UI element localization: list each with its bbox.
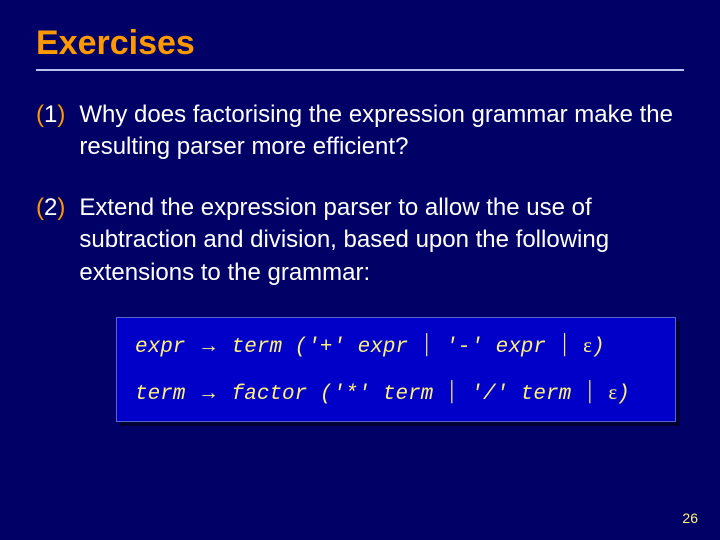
grammar-row: term → factor ('*' term ⏐ '/' term ⏐ ε) bbox=[135, 379, 657, 408]
grammar-rhs-part: '/' term bbox=[470, 383, 571, 406]
grammar-row: expr → term ('+' expr ⏐ '-' expr ⏐ ε) bbox=[135, 332, 657, 361]
exercise-item: (2) Extend the expression parser to allo… bbox=[36, 192, 684, 289]
exercise-item: (1) Why does factorising the expression … bbox=[36, 99, 684, 164]
slide: Exercises (1) Why does factorising the e… bbox=[0, 0, 720, 540]
slide-title: Exercises bbox=[36, 24, 684, 63]
arrow-icon: → bbox=[198, 333, 219, 357]
title-underline bbox=[36, 69, 684, 71]
grammar-panel: expr → term ('+' expr ⏐ '-' expr ⏐ ε) te… bbox=[116, 317, 676, 422]
item-text: Extend the expression parser to allow th… bbox=[79, 192, 684, 289]
arrow-icon: → bbox=[198, 380, 219, 404]
item-number: (1) bbox=[36, 99, 65, 164]
bar-icon: ⏐ bbox=[584, 380, 596, 404]
item-text: Why does factorising the expression gram… bbox=[79, 99, 684, 164]
paren-close: ) bbox=[57, 101, 65, 128]
epsilon-icon: ε bbox=[608, 380, 617, 404]
grammar-lhs: expr bbox=[135, 336, 185, 359]
grammar-close-paren: ) bbox=[617, 383, 630, 406]
grammar-rhs-part: factor ('*' term bbox=[232, 383, 434, 406]
grammar-rhs-part: '-' expr bbox=[445, 336, 546, 359]
bar-icon: ⏐ bbox=[446, 380, 458, 404]
paren-close: ) bbox=[57, 194, 65, 221]
epsilon-icon: ε bbox=[583, 333, 592, 357]
grammar-lhs: term bbox=[135, 383, 185, 406]
item-digit: 2 bbox=[44, 194, 57, 221]
paren-open: ( bbox=[36, 101, 44, 128]
bar-icon: ⏐ bbox=[421, 333, 433, 357]
grammar-close-paren: ) bbox=[592, 336, 605, 359]
paren-open: ( bbox=[36, 194, 44, 221]
page-number: 26 bbox=[682, 510, 698, 526]
bar-icon: ⏐ bbox=[559, 333, 571, 357]
item-digit: 1 bbox=[44, 101, 57, 128]
item-number: (2) bbox=[36, 192, 65, 289]
grammar-rhs-part: term ('+' expr bbox=[232, 336, 408, 359]
